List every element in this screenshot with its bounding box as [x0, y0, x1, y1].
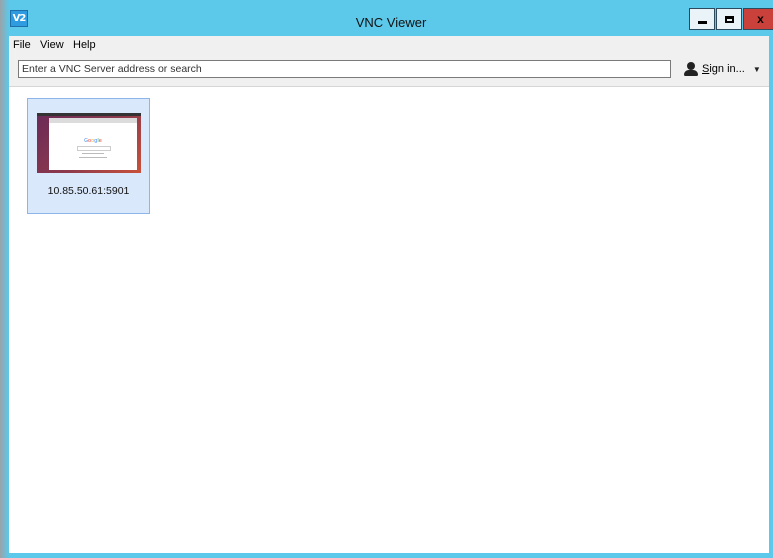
close-icon: x [757, 12, 764, 26]
window-edge [0, 0, 9, 558]
toolbar: Sign in... ▼ [9, 56, 769, 87]
menu-bar: File View Help [9, 36, 769, 56]
vnc-viewer-window: V2 VNC Viewer x File View Help Sign in..… [0, 0, 773, 558]
connection-tile[interactable]: Google 10.85.50.61:5901 [27, 98, 150, 214]
window-title: VNC Viewer [355, 15, 427, 30]
menu-file[interactable]: File [13, 39, 31, 51]
sign-in-label: Sign in... [702, 63, 745, 75]
menu-view[interactable]: View [40, 39, 64, 51]
search-input[interactable] [18, 60, 671, 78]
minimize-icon [697, 20, 707, 24]
thumbnail-google-logo: Google [84, 138, 102, 144]
close-button[interactable]: x [743, 8, 773, 30]
chevron-down-icon[interactable]: ▼ [753, 65, 761, 74]
menu-help[interactable]: Help [73, 39, 96, 51]
title-bar[interactable]: V2 VNC Viewer x [9, 6, 773, 36]
connection-address: 10.85.50.61:5901 [47, 185, 130, 197]
address-book: Google 10.85.50.61:5901 [9, 87, 769, 553]
connection-thumbnail: Google [37, 113, 141, 173]
client-area: File View Help Sign in... ▼ [9, 36, 769, 553]
maximize-icon [724, 15, 734, 23]
sign-in-button[interactable]: Sign in... ▼ [684, 60, 761, 78]
maximize-button[interactable] [716, 8, 742, 30]
minimize-button[interactable] [689, 8, 715, 30]
user-icon [684, 62, 698, 76]
